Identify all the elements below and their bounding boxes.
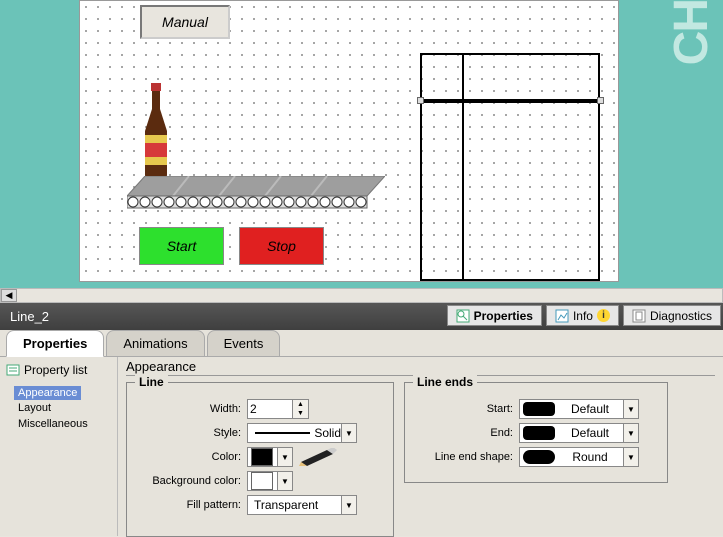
- group-title: Line ends: [413, 375, 477, 389]
- style-combo[interactable]: Solid ▼: [247, 423, 357, 443]
- stop-button[interactable]: Stop: [239, 227, 324, 265]
- brand-letters: CH: [664, 0, 719, 65]
- tree-icon: [6, 364, 20, 376]
- width-spinner[interactable]: ▲▼: [293, 399, 309, 419]
- color-label: Color:: [137, 451, 247, 463]
- sidebar-item-layout[interactable]: Layout: [0, 400, 117, 416]
- shape-rect-top[interactable]: [420, 53, 600, 101]
- fill-combo[interactable]: Transparent ▼: [247, 495, 357, 515]
- panel-tab-events[interactable]: Events: [207, 330, 281, 357]
- color-combo[interactable]: ▼: [247, 447, 293, 467]
- object-name: Line_2: [0, 309, 49, 324]
- tab-properties[interactable]: Properties: [447, 305, 542, 326]
- tab-label: Diagnostics: [650, 309, 712, 323]
- line-end-preview-icon: [523, 426, 555, 440]
- style-value: Solid: [314, 426, 341, 440]
- end-label: End:: [415, 427, 519, 439]
- group-title: Line: [135, 375, 168, 389]
- selection-handle[interactable]: [417, 97, 424, 104]
- tab-info[interactable]: Info i: [546, 305, 619, 326]
- tab-diagnostics[interactable]: Diagnostics: [623, 305, 721, 326]
- chevron-down-icon[interactable]: ▼: [623, 448, 638, 466]
- chevron-down-icon[interactable]: ▼: [623, 424, 638, 442]
- width-input[interactable]: [247, 399, 293, 419]
- property-list-header[interactable]: Property list: [0, 361, 117, 379]
- properties-icon: [456, 309, 470, 323]
- section-title: Appearance: [126, 359, 715, 376]
- line-end-preview-icon: [523, 402, 555, 416]
- end-combo[interactable]: Default ▼: [519, 423, 639, 443]
- manual-button[interactable]: Manual: [140, 5, 230, 39]
- fill-value: Transparent: [251, 498, 318, 512]
- color-swatch: [251, 472, 273, 490]
- bottle-icon[interactable]: [131, 83, 181, 182]
- style-label: Style:: [137, 427, 247, 439]
- diagnostics-icon: [632, 309, 646, 323]
- group-line: Line Width: ▲▼ Style: Solid ▼: [126, 382, 394, 537]
- shape-value: Round: [572, 450, 607, 464]
- end-value: Default: [571, 426, 609, 440]
- start-value: Default: [571, 402, 609, 416]
- sidebar-item-miscellaneous[interactable]: Miscellaneous: [0, 416, 117, 432]
- sidebar-item-appearance[interactable]: Appearance: [14, 386, 81, 400]
- fill-label: Fill pattern:: [137, 499, 247, 511]
- panel-tab-animations[interactable]: Animations: [106, 330, 204, 357]
- chevron-down-icon[interactable]: ▼: [277, 472, 292, 490]
- color-swatch: [251, 448, 273, 466]
- info-icon: [555, 309, 569, 323]
- chevron-down-icon[interactable]: ▼: [277, 448, 292, 466]
- start-label: Start:: [415, 403, 519, 415]
- scroll-left-icon[interactable]: ◀: [1, 289, 17, 302]
- shape-rect-main[interactable]: [420, 101, 600, 281]
- bgcolor-label: Background color:: [137, 475, 247, 487]
- tab-label: Properties: [474, 309, 533, 323]
- line-end-preview-icon: [523, 450, 555, 464]
- line-preview-icon: [255, 432, 310, 434]
- design-canvas[interactable]: Manual: [79, 0, 619, 282]
- tab-label: Info: [573, 309, 593, 323]
- chevron-down-icon[interactable]: ▼: [623, 400, 638, 418]
- conveyor-icon[interactable]: [127, 176, 385, 213]
- bgcolor-combo[interactable]: ▼: [247, 471, 293, 491]
- horizontal-scrollbar[interactable]: ◀: [0, 288, 723, 303]
- property-list-label: Property list: [24, 363, 87, 377]
- info-badge-icon: i: [597, 309, 610, 322]
- pencil-icon: [299, 448, 339, 466]
- start-button[interactable]: Start: [139, 227, 224, 265]
- shape-combo[interactable]: Round ▼: [519, 447, 639, 467]
- panel-tab-properties[interactable]: Properties: [6, 330, 104, 357]
- group-line-ends: Line ends Start: Default ▼ End:: [404, 382, 668, 483]
- width-label: Width:: [137, 403, 247, 415]
- selection-handle[interactable]: [597, 97, 604, 104]
- chevron-down-icon[interactable]: ▼: [341, 424, 356, 442]
- shape-label: Line end shape:: [415, 451, 519, 463]
- start-combo[interactable]: Default ▼: [519, 399, 639, 419]
- chevron-down-icon[interactable]: ▼: [341, 496, 356, 514]
